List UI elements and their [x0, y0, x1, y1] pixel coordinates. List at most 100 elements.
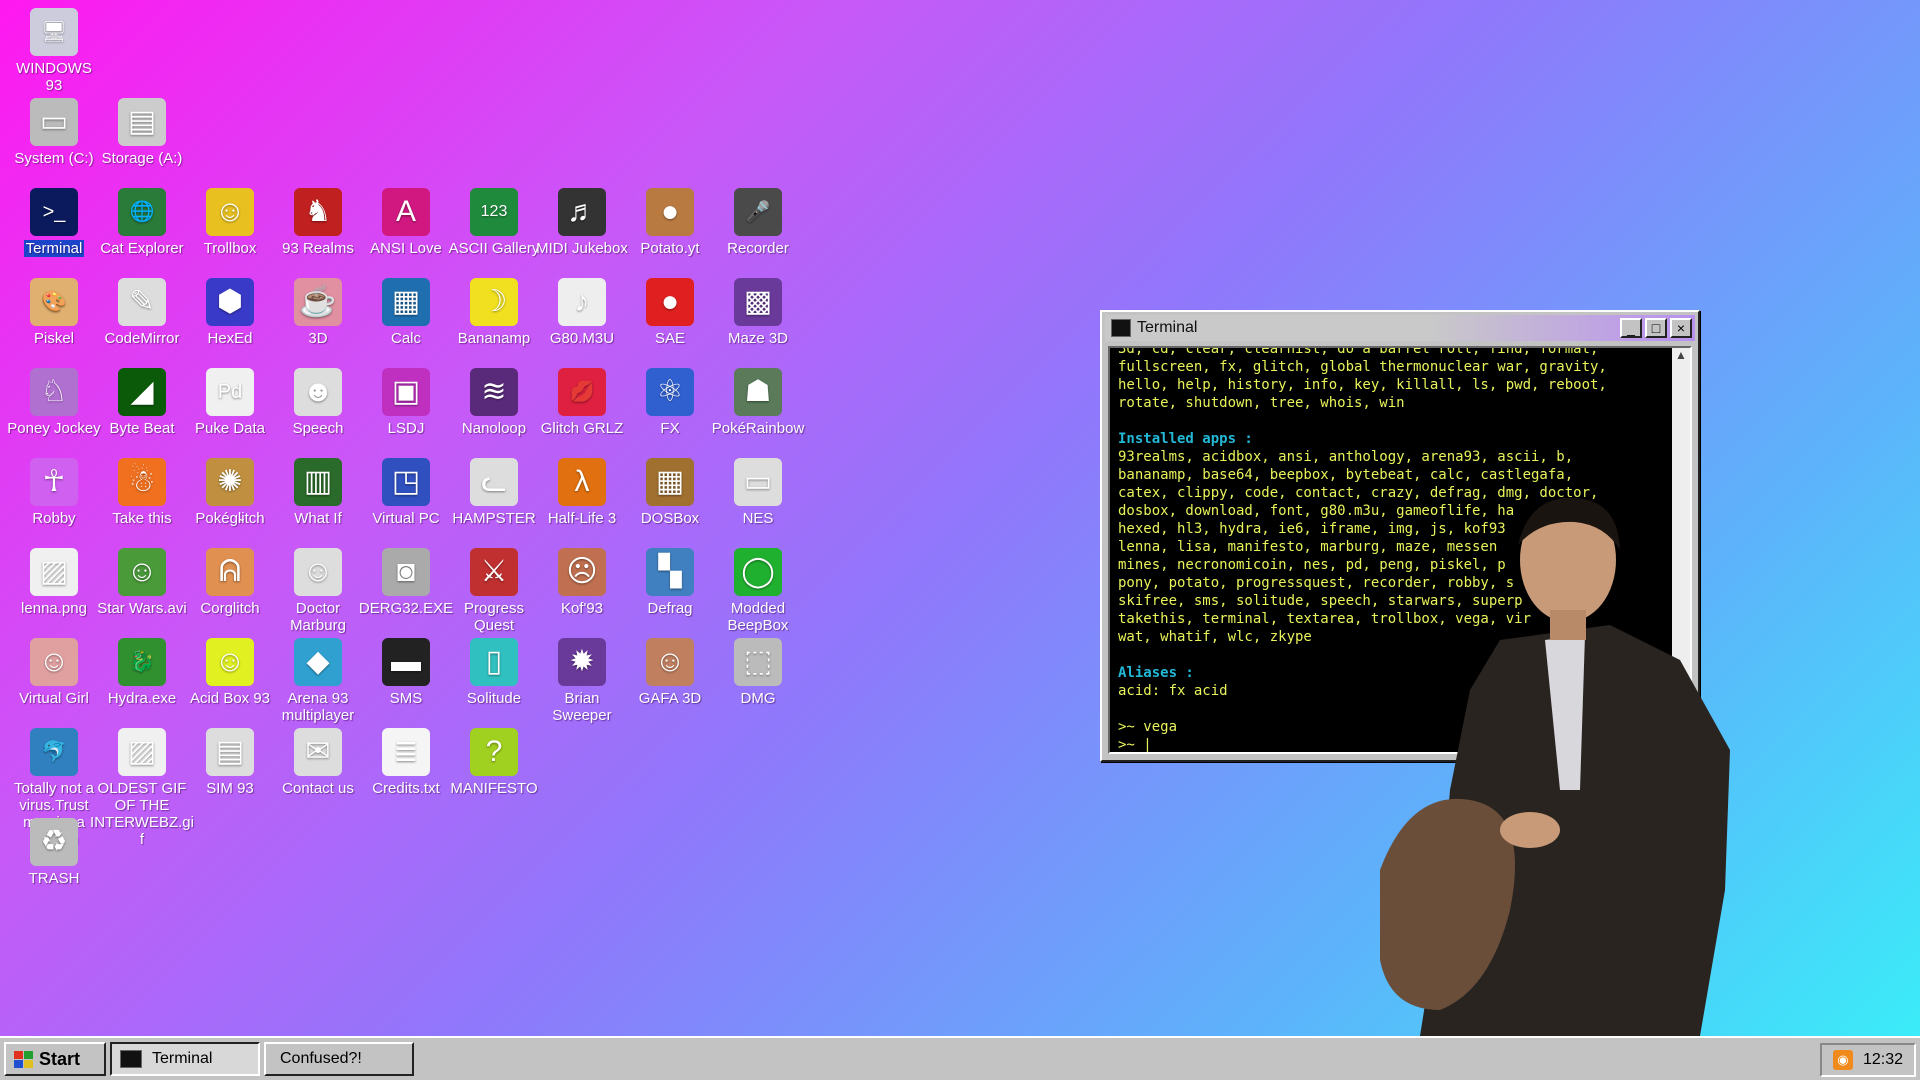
desktop-icon-acid-box-93[interactable]: ☺ Acid Box 93: [180, 638, 280, 707]
desktop-icon-puke-data[interactable]: Pd Puke Data: [180, 368, 280, 437]
desktop-icon-speech[interactable]: ☻ Speech: [268, 368, 368, 437]
desktop-icon-glitch-grlz[interactable]: 💋 Glitch GRLZ: [532, 368, 632, 437]
desktop-icon-bananamp[interactable]: ☽ Bananamp: [444, 278, 544, 347]
desktop-icon-half-life-3[interactable]: λ Half-Life 3: [532, 458, 632, 527]
text-file-icon: ≣: [382, 728, 430, 776]
desktop-icon-nes[interactable]: ▭ NES: [708, 458, 808, 527]
desktop-icon-lenna-png[interactable]: ▨ lenna.png: [4, 548, 104, 617]
desktop-icon-credits-txt[interactable]: ≣ Credits.txt: [356, 728, 456, 797]
desktop-icon-poney-jockey[interactable]: ♘ Poney Jockey: [4, 368, 104, 437]
desktop-icon-label: SIM 93: [206, 780, 254, 797]
desktop-icon-codemirror[interactable]: ✎ CodeMirror: [92, 278, 192, 347]
desktop-icon-maze-3d[interactable]: ▩ Maze 3D: [708, 278, 808, 347]
close-button[interactable]: ×: [1670, 318, 1692, 338]
desktop-icon-derg32-exe[interactable]: ◙ DERG32.EXE: [356, 548, 456, 617]
maximize-button[interactable]: □: [1645, 318, 1667, 338]
desktop-icon-3d[interactable]: ☕ 3D: [268, 278, 368, 347]
desktop-icon-modded-beepbox[interactable]: ◯ Modded BeepBox: [708, 548, 808, 634]
desktop-icon-label: CodeMirror: [104, 330, 180, 347]
desktop-icon-solitude[interactable]: ▯ Solitude: [444, 638, 544, 707]
desktop-icon-label: Modded BeepBox: [727, 600, 789, 634]
desktop-icon-system-c[interactable]: ▭ System (C:): [4, 98, 104, 167]
ansi-letter-icon: A: [382, 188, 430, 236]
desktop-icon-hampster[interactable]: ᓚ HAMPSTER: [444, 458, 544, 527]
desktop-icon-hydra-exe[interactable]: 🐉 Hydra.exe: [92, 638, 192, 707]
taskbar-item-label: Confused?!: [280, 1050, 362, 1067]
desktop-icon-label: HexEd: [207, 330, 253, 347]
desktop-icon-contact-us[interactable]: ✉ Contact us: [268, 728, 368, 797]
desktop-icon-label: Piskel: [33, 330, 74, 347]
desktop-icon-star-wars-avi[interactable]: ☺ Star Wars.avi: [92, 548, 192, 617]
desktop-icon-pok-rainbow[interactable]: ☗ PokéRainbow: [708, 368, 808, 437]
desktop-icon-byte-beat[interactable]: ◢ Byte Beat: [92, 368, 192, 437]
desktop-icon-label: Potato.yt: [640, 240, 700, 257]
desktop-icon-calc[interactable]: ▦ Calc: [356, 278, 456, 347]
desktop-icon-oldest-gif-of-the-interwebz-gif[interactable]: ▨ OLDEST GIF OF THE INTERWEBZ.gif: [90, 728, 194, 848]
desktop-icon-label: MIDI Jukebox: [536, 240, 628, 257]
desktop-icon-midi-jukebox[interactable]: ♬ MIDI Jukebox: [532, 188, 632, 257]
desktop-icon-progress-quest[interactable]: ⚔ Progress Quest: [444, 548, 544, 634]
knight-icon: ♞: [294, 188, 342, 236]
terminal-line: bananamp, base64, beepbox, bytebeat, cal…: [1118, 467, 1574, 483]
desktop-icon-windows-93[interactable]: 🖥 WINDOWS 93: [4, 8, 104, 94]
desktop-icon-defrag[interactable]: ▚ Defrag: [620, 548, 720, 617]
desktop-icon-sim-93[interactable]: ▤ SIM 93: [180, 728, 280, 797]
desktop-icon-g80-m3u[interactable]: ♪ G80.M3U: [532, 278, 632, 347]
desktop-icon-fx[interactable]: ⚛ FX: [620, 368, 720, 437]
desktop-icon-ansi-love[interactable]: A ANSI Love: [356, 188, 456, 257]
desktop-icon-cat-explorer[interactable]: 🌐 Cat Explorer: [92, 188, 192, 257]
desktop-icon-hexed[interactable]: ⬢ HexEd: [180, 278, 280, 347]
desktop-icon-recorder[interactable]: 🎤 Recorder: [708, 188, 808, 257]
desktop-icon-dmg[interactable]: ⬚ DMG: [708, 638, 808, 707]
desktop-icon-pok-gl-itch[interactable]: ✺ Pokégl̴itch: [180, 458, 280, 527]
chat-face-icon: ☺: [206, 188, 254, 236]
taskbar-item-confused[interactable]: Confused?!: [264, 1042, 414, 1076]
terminal-title: Terminal: [1137, 319, 1198, 336]
desktop-icon-piskel[interactable]: 🎨 Piskel: [4, 278, 104, 347]
desktop-icon-label: GAFA 3D: [638, 690, 702, 707]
desktop-icon-lsdj[interactable]: ▣ LSDJ: [356, 368, 456, 437]
desktop-icon-label: Hydra.exe: [107, 690, 177, 707]
rss-icon[interactable]: ◉: [1832, 1050, 1853, 1070]
desktop-icon-virtual-girl[interactable]: ☺ Virtual Girl: [4, 638, 104, 707]
desktop-icon-trash[interactable]: ♻ TRASH: [4, 818, 104, 887]
desktop-icon-terminal[interactable]: >_ Terminal: [4, 188, 104, 257]
desktop-icon-nanoloop[interactable]: ≋ Nanoloop: [444, 368, 544, 437]
desktop-icon-potato-yt[interactable]: ● Potato.yt: [620, 188, 720, 257]
start-button[interactable]: Start: [4, 1042, 106, 1076]
desktop-icon-ascii-gallery[interactable]: 123 ASCII Gallery: [444, 188, 544, 257]
scroll-up-icon[interactable]: ▲: [1672, 348, 1690, 366]
desktop-icon-arena-93-multiplayer[interactable]: ◆ Arena 93 multiplayer: [268, 638, 368, 724]
teapot-icon: ☕: [294, 278, 342, 326]
mine-icon: ✹: [558, 638, 606, 686]
terminal-icon: [1111, 319, 1131, 337]
desktop-icon-virtual-pc[interactable]: ◳ Virtual PC: [356, 458, 456, 527]
desktop-icon-trollbox[interactable]: ☺ Trollbox: [180, 188, 280, 257]
desktop-icon-take-this[interactable]: ☃ Take this: [92, 458, 192, 527]
desktop-icon-what-if[interactable]: ▥ What If: [268, 458, 368, 527]
desktop-icon-label: Speech: [292, 420, 344, 437]
hard-drive-icon: ▭: [30, 98, 78, 146]
desktop-icon-gafa-3d[interactable]: ☺ GAFA 3D: [620, 638, 720, 707]
terminal-line: 93realms, acidbox, ansi, anthology, aren…: [1118, 449, 1574, 465]
desktop-icon-kof-93[interactable]: ☹ Kof'93: [532, 548, 632, 617]
desktop-icon-doctor-marburg[interactable]: ☺ Doctor Marburg: [268, 548, 368, 634]
desktop-icon-robby[interactable]: ☥ Robby: [4, 458, 104, 527]
desktop-icon-corglitch[interactable]: ᕱ Corglitch: [180, 548, 280, 617]
desktop-icon-93-realms[interactable]: ♞ 93 Realms: [268, 188, 368, 257]
desktop-icon-storage-a[interactable]: ▤ Storage (A:): [92, 98, 192, 167]
smiley-icon: ☺: [206, 638, 254, 686]
desktop-icon-sae[interactable]: ● SAE: [620, 278, 720, 347]
desktop-icon-sms[interactable]: ▬ SMS: [356, 638, 456, 707]
desktop-icon-dosbox[interactable]: ▦ DOSBox: [620, 458, 720, 527]
desktop-icon-manifesto[interactable]: ? MANIFESTO: [444, 728, 544, 797]
terminal-titlebar[interactable]: Terminal _ □ ×: [1105, 315, 1695, 341]
desktop-icon-brian-sweeper[interactable]: ✹ Brian Sweeper: [532, 638, 632, 724]
taskbar-item-terminal[interactable]: Terminal: [110, 1042, 260, 1076]
desktop-icon-label: Glitch GRLZ: [540, 420, 624, 437]
minimize-button[interactable]: _: [1620, 318, 1642, 338]
desktop-icon-label: Corglitch: [200, 600, 260, 617]
windows-logo-icon: [14, 1050, 33, 1068]
cat-globe-icon: 🌐: [118, 188, 166, 236]
terminal-icon: >_: [30, 188, 78, 236]
